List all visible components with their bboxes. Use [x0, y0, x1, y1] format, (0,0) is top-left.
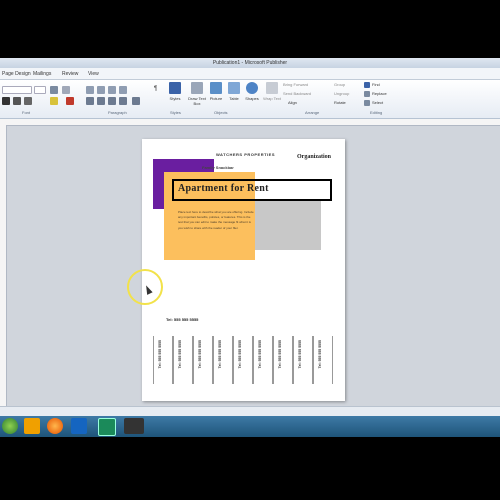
watchers-heading[interactable]: WATCHERS PROPERTIES	[216, 152, 275, 157]
replace-icon[interactable]	[364, 91, 370, 97]
telephone-text[interactable]: Tel: 555 555 5555	[166, 317, 198, 322]
tab-view[interactable]: View	[88, 71, 99, 77]
tear-off-strip[interactable]: Tel: 555 555 5555	[273, 336, 293, 384]
picture-placeholder[interactable]	[255, 200, 321, 250]
group-label-editing: Editing	[370, 110, 383, 115]
organization-logo-text[interactable]: Organization	[297, 154, 331, 160]
font-name-box[interactable]	[2, 86, 32, 94]
tear-off-strip[interactable]: Tel: 555 555 5555	[233, 336, 253, 384]
group-button[interactable]: Group	[334, 82, 345, 87]
bring-forward-button[interactable]: Bring Forward	[283, 82, 308, 87]
send-backward-button[interactable]: Send Backward	[283, 91, 311, 96]
select-icon[interactable]	[364, 100, 370, 106]
styles-icon[interactable]	[169, 82, 181, 94]
tab-review[interactable]: Review	[62, 71, 78, 77]
decrease-indent-icon[interactable]	[108, 86, 116, 94]
start-button-icon[interactable]	[2, 418, 18, 434]
styles-label[interactable]: Styles	[164, 96, 186, 101]
bullets-icon[interactable]	[86, 86, 94, 94]
tear-off-text: Tel: 555 555 5555	[158, 340, 162, 369]
font-color-icon[interactable]	[66, 97, 74, 105]
ribbon: Font ¶ Paragraph Styles Styles Draw Text…	[0, 80, 500, 119]
title-bar: Publication1 - Microsoft Publisher	[0, 58, 500, 68]
vertical-ruler[interactable]	[0, 125, 7, 415]
word-icon[interactable]	[71, 418, 87, 434]
tear-off-strip[interactable]: Tel: 555 555 5555	[293, 336, 313, 384]
picture-icon[interactable]	[210, 82, 222, 94]
tear-off-text: Tel: 555 555 5555	[198, 340, 202, 369]
draw-text-box-icon[interactable]	[191, 82, 203, 94]
shrink-font-icon[interactable]	[62, 86, 70, 94]
tear-off-text: Tel: 555 555 5555	[178, 340, 182, 369]
tear-off-strip[interactable]: Tel: 555 555 5555	[173, 336, 193, 384]
find-icon[interactable]	[364, 82, 370, 88]
publisher-icon[interactable]	[98, 418, 116, 436]
group-label-arrange: Arrange	[305, 110, 320, 115]
shapes-icon[interactable]	[246, 82, 258, 94]
window-title: Publication1 - Microsoft Publisher	[212, 60, 288, 66]
media-player-icon[interactable]	[24, 418, 40, 434]
increase-indent-icon[interactable]	[119, 86, 127, 94]
tear-off-text: Tel: 555 555 5555	[238, 340, 242, 369]
align-right-icon[interactable]	[108, 97, 116, 105]
tear-off-strip[interactable]: Tel: 555 555 5555	[193, 336, 213, 384]
wrap-text-icon[interactable]	[266, 82, 278, 94]
taskbar	[0, 416, 500, 437]
tear-off-strip[interactable]: Tel: 555 555 5555	[213, 336, 233, 384]
highlight-icon[interactable]	[50, 97, 58, 105]
tear-off-strip[interactable]: Tel: 555 555 5555	[253, 336, 273, 384]
ungroup-button[interactable]: Ungroup	[334, 91, 349, 96]
family-tagline[interactable]: Family Snackbar	[202, 165, 234, 170]
replace-button[interactable]: Replace	[372, 91, 387, 96]
firefox-icon[interactable]	[47, 418, 63, 434]
tear-off-strip[interactable]: Tel: 555 555 5555	[313, 336, 333, 384]
align-left-icon[interactable]	[86, 97, 94, 105]
tear-off-text: Tel: 555 555 5555	[318, 340, 322, 369]
tear-off-text: Tel: 555 555 5555	[258, 340, 262, 369]
align-button[interactable]: Align	[288, 100, 297, 105]
group-label-objects: Objects	[214, 110, 228, 115]
find-button[interactable]: Find	[372, 82, 380, 87]
pilcrow-icon[interactable]: ¶	[154, 86, 157, 92]
body-text[interactable]: Place text here to describe what you are…	[178, 210, 254, 231]
grow-font-icon[interactable]	[50, 86, 58, 94]
numbering-icon[interactable]	[97, 86, 105, 94]
justify-icon[interactable]	[119, 97, 127, 105]
font-size-box[interactable]	[34, 86, 46, 94]
tear-off-strip[interactable]: Tel: 555 555 5555	[153, 336, 173, 384]
tear-off-text: Tel: 555 555 5555	[278, 340, 282, 369]
bold-icon[interactable]	[2, 97, 10, 105]
tear-off-text: Tel: 555 555 5555	[298, 340, 302, 369]
italic-icon[interactable]	[13, 97, 21, 105]
tab-page-design[interactable]: Page Design	[2, 71, 31, 77]
wrap-text-label[interactable]: Wrap Text	[261, 96, 283, 101]
horizontal-ruler[interactable]	[0, 119, 500, 126]
tab-mailings[interactable]: Mailings	[33, 71, 51, 77]
tear-off-text: Tel: 555 555 5555	[218, 340, 222, 369]
apartment-heading[interactable]: Apartment for Rent	[178, 183, 269, 194]
rotate-button[interactable]: Rotate	[334, 100, 346, 105]
ribbon-tabs: Page Design Mailings Review View	[0, 68, 500, 80]
group-label-paragraph: Paragraph	[108, 110, 127, 115]
align-center-icon[interactable]	[97, 97, 105, 105]
table-icon[interactable]	[228, 82, 240, 94]
line-spacing-icon[interactable]	[132, 97, 140, 105]
underline-icon[interactable]	[24, 97, 32, 105]
tear-off-strips: Tel: 555 555 5555 Tel: 555 555 5555 Tel:…	[153, 336, 334, 384]
group-label-styles: Styles	[170, 110, 181, 115]
group-label-font: Font	[22, 110, 31, 115]
recorder-icon[interactable]	[124, 418, 144, 434]
select-button[interactable]: Select	[372, 100, 383, 105]
shapes-label[interactable]: Shapes	[241, 96, 263, 101]
